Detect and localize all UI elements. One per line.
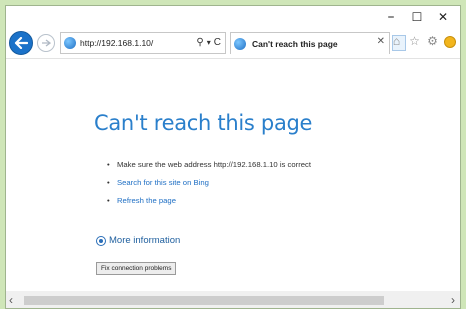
- error-page: Can't reach this page • Make sure the we…: [6, 59, 460, 291]
- more-information-label[interactable]: More information: [109, 235, 180, 246]
- close-button[interactable]: ✕: [430, 8, 456, 26]
- feedback-smiley-icon[interactable]: [444, 36, 456, 48]
- list-item[interactable]: • Search for this site on Bing: [107, 178, 311, 196]
- back-arrow-icon: [14, 37, 28, 49]
- tab-close-icon[interactable]: ✕: [377, 36, 385, 47]
- dropdown-chevron-icon[interactable]: ▾: [207, 36, 211, 50]
- search-icon[interactable]: ⚲: [196, 36, 203, 50]
- bullet-icon: •: [107, 196, 110, 205]
- toolbar-icons: ⌂ ☆ ⚙: [390, 35, 456, 48]
- page-title: Can't reach this page: [94, 111, 313, 135]
- home-icon[interactable]: ⌂: [390, 35, 403, 48]
- bullet-icon: •: [107, 178, 110, 187]
- favorites-icon[interactable]: ☆: [408, 35, 421, 48]
- maximize-button[interactable]: ☐: [404, 8, 430, 26]
- refresh-icon[interactable]: C: [214, 36, 221, 50]
- scroll-thumb[interactable]: [24, 296, 384, 305]
- forward-arrow-icon: [42, 39, 51, 47]
- list-item: • Make sure the web address http://192.1…: [107, 160, 311, 178]
- horizontal-scrollbar[interactable]: ‹ ›: [6, 291, 460, 308]
- more-information-toggle[interactable]: More information: [96, 235, 180, 246]
- fix-connection-button[interactable]: Fix connection problems: [96, 262, 177, 275]
- ie-tab-icon: [234, 37, 246, 50]
- expand-circle-icon: [96, 235, 106, 246]
- suggestion-list: • Make sure the web address http://192.1…: [107, 160, 311, 214]
- refresh-page-link[interactable]: Refresh the page: [117, 196, 176, 214]
- settings-gear-icon[interactable]: ⚙: [426, 35, 439, 48]
- search-bing-link[interactable]: Search for this site on Bing: [117, 178, 209, 196]
- back-button[interactable]: [9, 31, 33, 55]
- navigation-bar: http://192.168.1.10/ ⚲ ▾ C Can't reach t…: [6, 28, 460, 58]
- tab-active[interactable]: Can't reach this page ✕: [230, 32, 390, 54]
- list-item[interactable]: • Refresh the page: [107, 196, 311, 214]
- ie-page-icon: [64, 37, 76, 49]
- forward-button[interactable]: [37, 34, 55, 52]
- scroll-left-icon[interactable]: ‹: [9, 293, 13, 307]
- suggestion-text: Make sure the web address http://192.168…: [117, 160, 312, 169]
- address-bar[interactable]: http://192.168.1.10/ ⚲ ▾ C: [60, 32, 226, 54]
- browser-window: – ☐ ✕ http://192.168.1.10/ ⚲ ▾ C Can't r…: [5, 5, 461, 309]
- title-bar: – ☐ ✕: [6, 6, 460, 28]
- minimize-button[interactable]: –: [378, 8, 404, 26]
- bullet-icon: •: [107, 160, 110, 169]
- scroll-right-icon[interactable]: ›: [451, 293, 455, 307]
- address-url[interactable]: http://192.168.1.10/: [80, 38, 153, 48]
- tab-title: Can't reach this page: [252, 38, 338, 49]
